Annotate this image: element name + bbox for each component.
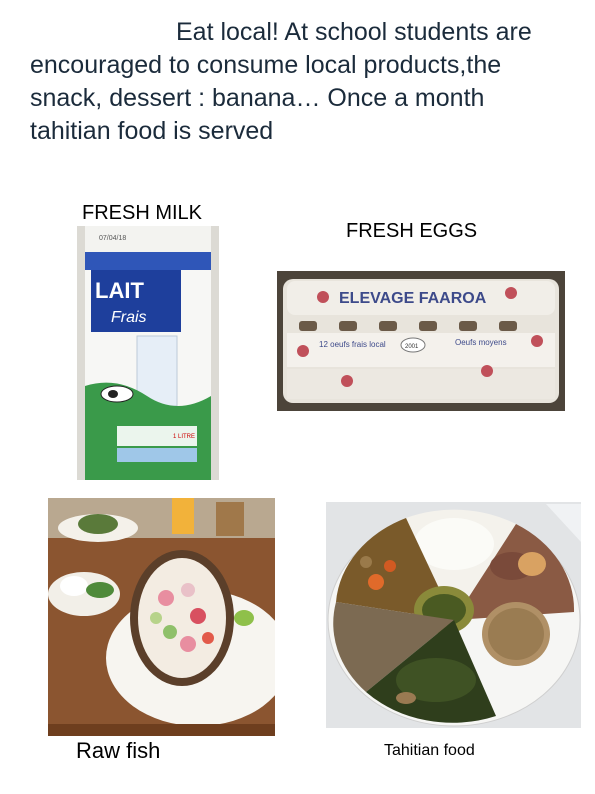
milk-sub-text: Frais: [111, 309, 147, 326]
milk-brand-text: LAIT: [95, 278, 144, 303]
egg-stamp: 2001: [405, 344, 419, 350]
intro-text: Eat local! At school students are encour…: [30, 18, 532, 145]
intro-paragraph: Eat local! At school students are encour…: [30, 16, 570, 148]
tahitian-food-photo: [326, 502, 581, 728]
caption-fresh-milk: FRESH MILK: [82, 202, 203, 224]
egg-farm-name: ELEVAGE FAAROA: [339, 290, 487, 307]
caption-fresh-eggs: FRESH EGGS: [346, 220, 478, 242]
egg-label-1: 12 oeufs frais local: [319, 340, 386, 349]
milk-date: 07/04/18: [99, 235, 126, 242]
milk-carton-photo: 07/04/18 LAIT Frais 1 LITRE: [77, 226, 219, 480]
caption-tahitian-food: Tahitian food: [384, 742, 475, 759]
egg-label-2: Oeufs moyens: [455, 338, 507, 347]
egg-tray-photo: ELEVAGE FAAROA 12 oeufs frais local 2001…: [277, 271, 565, 411]
milk-volume: 1 LITRE: [173, 434, 195, 440]
raw-fish-photo: [48, 498, 275, 736]
caption-raw-fish: Raw fish: [76, 738, 161, 763]
